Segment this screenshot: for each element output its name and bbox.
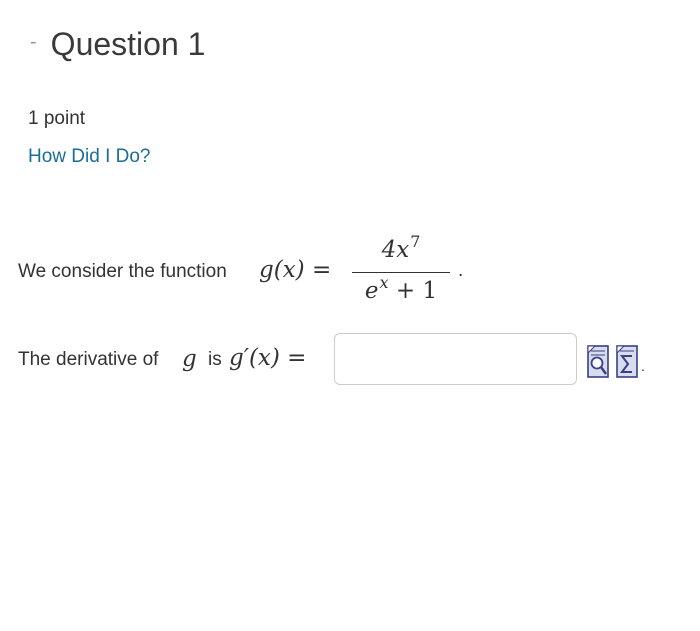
- function-fraction: 4x7 ex + 1: [352, 232, 450, 309]
- fraction-bar: [352, 272, 450, 273]
- numerator-exponent: 7: [410, 232, 421, 251]
- question-header: - Question 1: [30, 26, 205, 63]
- fraction-denominator: ex + 1: [364, 273, 438, 304]
- question-points: 1 point: [28, 108, 86, 129]
- fraction-numerator: 4x7: [381, 232, 421, 263]
- derivative-is-text: is: [208, 349, 222, 370]
- statement-period: .: [458, 260, 464, 281]
- function-symbol: g: [182, 346, 197, 372]
- magnifier-document-icon: [587, 345, 609, 378]
- derivative-lhs: g′(x) =: [229, 345, 307, 371]
- function-lhs: g(x) =: [259, 257, 332, 283]
- collapse-toggle[interactable]: -: [30, 32, 37, 52]
- question-title: Question 1: [50, 26, 206, 62]
- equation-editor-button[interactable]: [616, 345, 638, 378]
- preview-button[interactable]: [587, 345, 609, 378]
- sigma-document-icon: [616, 345, 638, 378]
- answer-input[interactable]: [334, 333, 577, 385]
- how-did-i-do-link[interactable]: How Did I Do?: [28, 146, 151, 168]
- trailing-period: .: [641, 358, 645, 374]
- derivative-statement-text: The derivative of: [18, 349, 159, 370]
- function-statement-text: We consider the function: [18, 261, 227, 282]
- denominator-exponent: x: [379, 273, 389, 292]
